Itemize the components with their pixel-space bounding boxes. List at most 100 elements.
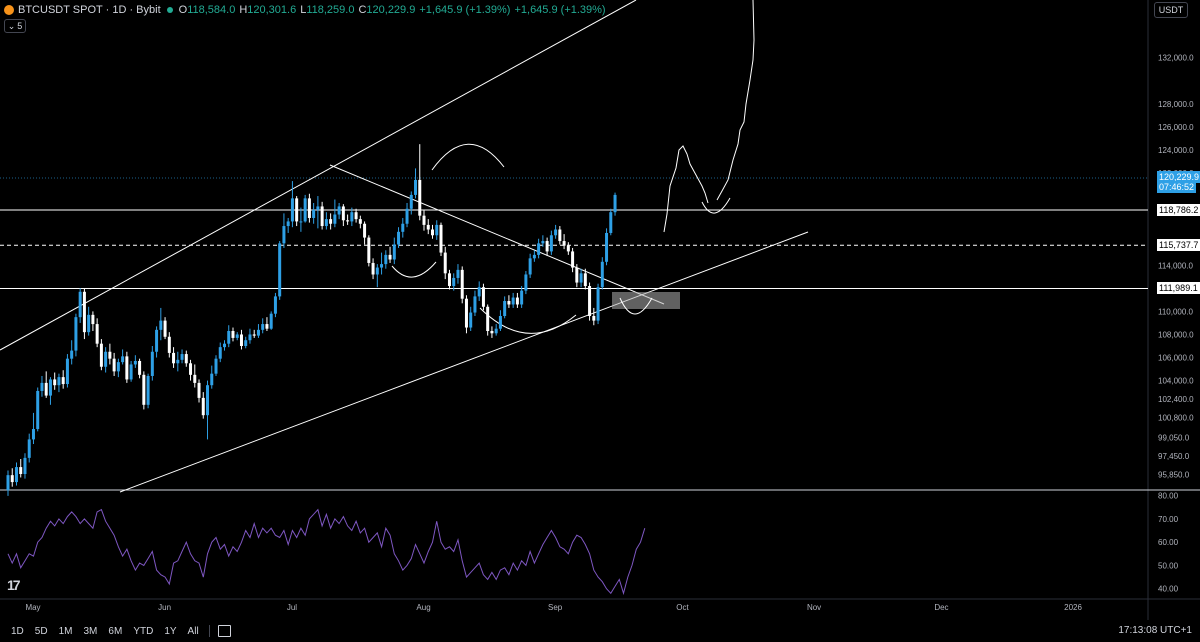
- candle-body: [503, 301, 507, 317]
- price-axis: 132,000.0128,000.0126,000.0124,000.0122,…: [1158, 54, 1194, 594]
- candle-body: [596, 287, 600, 321]
- candle-body: [469, 312, 473, 328]
- candle-body: [159, 320, 163, 330]
- range-1m-button[interactable]: 1M: [59, 626, 73, 637]
- range-1y-button[interactable]: 1Y: [164, 626, 176, 637]
- candle-body: [490, 330, 494, 334]
- candle-body: [426, 224, 430, 230]
- candle-body: [414, 179, 418, 195]
- price-axis-label: 132,000.0: [1158, 54, 1194, 63]
- candle-body: [218, 347, 222, 359]
- candle-body: [108, 351, 112, 359]
- candle-body: [36, 390, 40, 430]
- candle-body: [456, 269, 460, 278]
- trendline-drawings: [0, 0, 809, 493]
- candle-body: [133, 360, 137, 365]
- candle-body: [261, 324, 265, 330]
- candle-body: [588, 286, 592, 317]
- candle-body: [231, 330, 235, 338]
- drawn-arc-bottom: [479, 307, 577, 334]
- chart-canvas[interactable]: 132,000.0128,000.0126,000.0124,000.0122,…: [0, 0, 1200, 642]
- candle-body: [44, 382, 48, 396]
- time-axis-label: Dec: [934, 603, 948, 612]
- candle-body: [235, 334, 239, 338]
- change-value-2: +1,645.9 (+1.39%): [514, 4, 606, 16]
- candle-body: [405, 208, 409, 224]
- candle-body: [206, 385, 210, 416]
- chart-legend: BTCUSDT SPOT · 1D · Bybit O 118,584.0 H 12…: [4, 3, 610, 17]
- projected-path-rally: [716, 0, 755, 201]
- candle-body: [184, 354, 188, 364]
- candle-body: [609, 212, 613, 233]
- candle-body: [142, 374, 146, 405]
- candle-body: [515, 297, 519, 305]
- level-price-tag: 115,737.7: [1157, 239, 1200, 252]
- candle-body: [290, 198, 294, 222]
- candle-body: [252, 334, 256, 336]
- candle-body: [265, 324, 269, 329]
- open-value: 118,584.0: [187, 4, 236, 16]
- candle-body: [558, 229, 562, 242]
- candle-body: [61, 377, 65, 385]
- candle-body: [87, 314, 91, 333]
- rsi-axis-label: 80.00: [1158, 492, 1179, 501]
- range-6m-button[interactable]: 6M: [108, 626, 122, 637]
- symbol-title[interactable]: BTCUSDT SPOT · 1D · Bybit: [18, 4, 161, 16]
- clock-timezone[interactable]: 17:13:08 UTC+1: [1118, 625, 1192, 636]
- candle-body: [303, 198, 307, 222]
- candle-body: [19, 467, 23, 475]
- candle-body: [447, 273, 451, 287]
- candle-body: [316, 206, 320, 210]
- range-all-button[interactable]: All: [188, 626, 199, 637]
- descending-trendline: [329, 164, 665, 305]
- currency-selector[interactable]: USDT: [1154, 2, 1188, 18]
- range-3m-button[interactable]: 3M: [84, 626, 98, 637]
- price-axis-label: 97,450.0: [1158, 452, 1190, 461]
- rsi-panel: [7, 508, 646, 596]
- time-axis-label: Aug: [416, 603, 430, 612]
- candle-body: [6, 475, 10, 491]
- tradingview-logo-icon[interactable]: 17: [7, 577, 21, 593]
- candle-body: [197, 382, 201, 398]
- range-1d-button[interactable]: 1D: [11, 626, 24, 637]
- candle-body: [363, 223, 367, 238]
- candle-body: [40, 382, 44, 391]
- time-axis-label: Sep: [548, 603, 563, 612]
- level-price-tag: 111,989.1: [1157, 282, 1200, 295]
- candle-body: [112, 358, 116, 372]
- candle-body: [341, 206, 345, 221]
- candle-body: [320, 206, 324, 227]
- calendar-goto-date-icon[interactable]: [217, 625, 231, 637]
- candle-body: [312, 209, 316, 218]
- candle-body: [227, 330, 231, 344]
- time-axis: May Jun Jul Aug Sep Oct Nov Dec 2026: [25, 603, 1082, 612]
- candle-body: [176, 359, 180, 364]
- candle-body: [57, 377, 61, 386]
- candle-body: [397, 231, 401, 245]
- candle-body: [48, 379, 52, 396]
- candle-body: [269, 313, 273, 329]
- range-ytd-button[interactable]: YTD: [133, 626, 153, 637]
- open-label: O: [178, 4, 188, 16]
- candle-body: [74, 317, 78, 351]
- candle-body: [337, 206, 341, 215]
- candle-body: [528, 258, 532, 275]
- toolbar-divider: [208, 625, 210, 637]
- time-axis-label: Jun: [158, 603, 171, 612]
- candle-body: [155, 329, 159, 352]
- candle-body: [354, 212, 358, 220]
- candle-body: [295, 198, 299, 222]
- candle-body: [554, 229, 558, 236]
- candle-body: [375, 267, 379, 275]
- candle-body: [545, 241, 549, 252]
- candle-body: [541, 241, 545, 244]
- candle-body: [210, 373, 214, 386]
- indicators-toggle-button[interactable]: ⌄ 5: [4, 19, 26, 33]
- range-5d-button[interactable]: 5D: [35, 626, 48, 637]
- drawn-arc-retest: [701, 197, 731, 214]
- candle-body: [273, 296, 277, 314]
- candle-body: [180, 354, 184, 360]
- candle-body: [53, 379, 57, 386]
- candle-body: [82, 291, 86, 333]
- grid: [0, 0, 1200, 620]
